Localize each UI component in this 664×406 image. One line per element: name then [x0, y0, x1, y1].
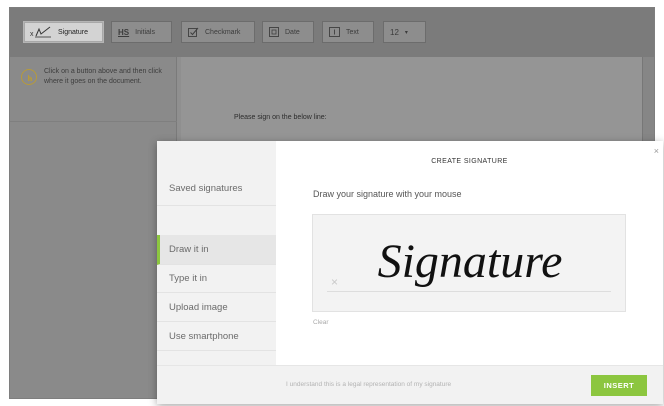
calendar-icon — [269, 27, 279, 37]
text-tool-label: Text — [346, 28, 359, 36]
nav-upload-image-label: Upload image — [169, 301, 228, 313]
chevron-down-icon: ▾ — [404, 29, 408, 36]
initials-badge: HS — [118, 27, 130, 37]
signature-icon: x — [30, 26, 52, 38]
nav-upload-image[interactable]: Upload image — [157, 293, 276, 322]
text-tool-button[interactable]: Text — [322, 21, 374, 43]
checkmark-icon — [188, 27, 199, 37]
initials-tool-button[interactable]: HS Initials — [111, 21, 172, 43]
nav-saved-signatures[interactable]: Saved signatures — [157, 141, 276, 206]
left-panel: Click on a button above and then click w… — [10, 57, 177, 398]
svg-text:x: x — [30, 31, 34, 38]
date-tool-label: Date — [285, 28, 300, 36]
create-signature-modal: Saved signatures Draw it in Type it in U… — [157, 141, 663, 404]
close-icon[interactable]: × — [654, 146, 659, 156]
nav-type-it-in[interactable]: Type it in — [157, 265, 276, 293]
legal-notice: I understand this is a legal representat… — [286, 381, 452, 388]
signature-draw-pad[interactable]: Signature × — [312, 214, 626, 312]
document-instruction: Please sign on the below line: — [234, 114, 327, 121]
sign-here-x-mark: × — [331, 275, 339, 289]
nav-type-it-in-label: Type it in — [169, 273, 208, 284]
modal-footer: I understand this is a legal representat… — [157, 365, 663, 404]
nav-draw-it-in-label: Draw it in — [169, 244, 209, 255]
signature-tool-label: Signature — [58, 28, 88, 36]
hint-text: Click on a button above and then click w… — [44, 68, 162, 85]
text-box-icon — [329, 27, 340, 37]
svg-text:Signature: Signature — [378, 235, 563, 288]
toolbar: x Signature HS Initials Checkmark Date T… — [10, 8, 654, 57]
font-size-value: 12 — [390, 27, 399, 37]
font-size-select[interactable]: 12 ▾ — [383, 21, 426, 43]
modal-subtitle: Draw your signature with your mouse — [313, 189, 462, 199]
initials-tool-label: Initials — [135, 28, 155, 36]
insert-button[interactable]: INSERT — [591, 375, 647, 396]
checkmark-tool-label: Checkmark — [205, 28, 241, 36]
hint-box: Click on a button above and then click w… — [10, 57, 177, 122]
modal-title: CREATE SIGNATURE — [431, 158, 508, 165]
signature-method-nav: Saved signatures Draw it in Type it in U… — [157, 141, 276, 365]
date-tool-button[interactable]: Date — [262, 21, 314, 43]
signature-tool-button[interactable]: x Signature — [23, 21, 104, 43]
clear-button[interactable]: Clear — [313, 319, 329, 326]
nav-use-smartphone-label: Use smartphone — [169, 330, 239, 342]
checkmark-tool-button[interactable]: Checkmark — [181, 21, 255, 43]
nav-saved-signatures-label: Saved signatures — [169, 182, 243, 194]
nav-draw-it-in[interactable]: Draw it in — [157, 235, 276, 265]
signature-baseline — [327, 291, 611, 292]
drawn-signature: Signature — [378, 235, 563, 288]
nav-use-smartphone[interactable]: Use smartphone — [157, 322, 276, 351]
hand-pointer-icon — [21, 69, 37, 85]
